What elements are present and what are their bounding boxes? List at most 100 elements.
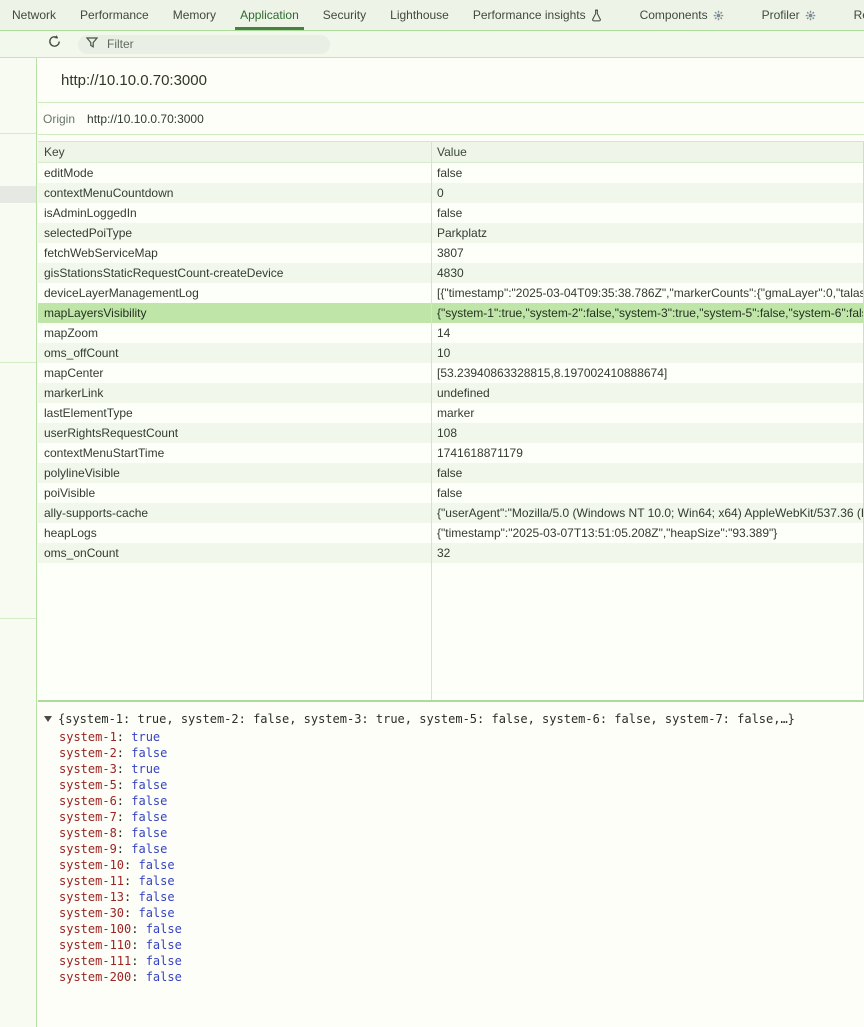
json-tree-entry[interactable]: system-13: false xyxy=(38,889,864,905)
refresh-icon xyxy=(47,34,62,54)
table-row[interactable]: deviceLayerManagementLog [{"timestamp":"… xyxy=(38,283,863,303)
table-row[interactable]: selectedPoiType Parkplatz xyxy=(38,223,863,243)
json-key: system-30 xyxy=(59,906,124,920)
cell-key: isAdminLoggedIn xyxy=(38,203,431,223)
table-row[interactable]: contextMenuStartTime 1741618871179 xyxy=(38,443,863,463)
table-row[interactable]: mapLayersVisibility {"system-1":true,"sy… xyxy=(38,303,863,323)
table-row[interactable]: isAdminLoggedIn false xyxy=(38,203,863,223)
table-row[interactable]: oms_offCount 10 xyxy=(38,343,863,363)
json-key: system-100 xyxy=(59,922,131,936)
table-row[interactable]: ally-supports-cache {"userAgent":"Mozill… xyxy=(38,503,863,523)
json-value: false xyxy=(131,778,167,792)
json-tree-entry[interactable]: system-2: false xyxy=(38,745,864,761)
json-tree-entry[interactable]: system-6: false xyxy=(38,793,864,809)
cell-key: gisStationsStaticRequestCount-createDevi… xyxy=(38,263,431,283)
tab-lighthouse[interactable]: Lighthouse xyxy=(378,0,461,30)
tab-network[interactable]: Network xyxy=(0,0,68,30)
table-row[interactable]: markerLink undefined xyxy=(38,383,863,403)
filter-box[interactable] xyxy=(78,35,330,54)
table-row[interactable]: contextMenuCountdown 0 xyxy=(38,183,863,203)
cell-key: mapCenter xyxy=(38,363,431,383)
tab-memory[interactable]: Memory xyxy=(161,0,228,30)
table-row[interactable]: editMode false xyxy=(38,163,863,183)
json-tree-entry[interactable]: system-110: false xyxy=(38,937,864,953)
json-key: system-200 xyxy=(59,970,131,984)
cell-key: oms_offCount xyxy=(38,343,431,363)
json-tree-entry[interactable]: system-5: false xyxy=(38,777,864,793)
cell-value: undefined xyxy=(431,383,863,403)
tab-redux[interactable]: Redux xyxy=(842,0,864,30)
table-row[interactable]: lastElementType marker xyxy=(38,403,863,423)
expand-arrow-icon[interactable] xyxy=(44,716,52,722)
json-key: system-6 xyxy=(59,794,117,808)
json-tree-entry[interactable]: system-3: true xyxy=(38,761,864,777)
cell-value: 10 xyxy=(431,343,863,363)
cell-key: contextMenuStartTime xyxy=(38,443,431,463)
json-tree-entry[interactable]: system-30: false xyxy=(38,905,864,921)
tab-label: Components xyxy=(640,8,708,22)
json-value: false xyxy=(146,938,182,952)
tab-components[interactable]: Components xyxy=(628,0,736,30)
cell-value: {"system-1":true,"system-2":false,"syste… xyxy=(431,303,863,323)
tab-security[interactable]: Security xyxy=(311,0,378,30)
cell-value: 1741618871179 xyxy=(431,443,863,463)
table-row[interactable]: mapCenter [53.23940863328815,8.197002410… xyxy=(38,363,863,383)
table-row[interactable]: userRightsRequestCount 108 xyxy=(38,423,863,443)
json-tree-entry[interactable]: system-11: false xyxy=(38,873,864,889)
table-row[interactable]: fetchWebServiceMap 3807 xyxy=(38,243,863,263)
cell-key: ally-supports-cache xyxy=(38,503,431,523)
json-key: system-110 xyxy=(59,938,131,952)
column-header-value[interactable]: Value xyxy=(431,142,863,162)
json-key: system-111 xyxy=(59,954,131,968)
origin-label: Origin xyxy=(43,112,75,126)
cell-key: deviceLayerManagementLog xyxy=(38,283,431,303)
table-row[interactable]: mapZoom 14 xyxy=(38,323,863,343)
table-row[interactable]: poiVisible false xyxy=(38,483,863,503)
cell-value: false xyxy=(431,203,863,223)
tab-profiler[interactable]: Profiler xyxy=(750,0,828,30)
tab-performance-insights[interactable]: Performance insights xyxy=(461,0,614,30)
json-value: false xyxy=(146,922,182,936)
origin-value: http://10.10.0.70:3000 xyxy=(87,112,204,126)
json-key: system-1 xyxy=(59,730,117,744)
sidebar-selected-item[interactable] xyxy=(0,186,36,203)
json-key: system-3 xyxy=(59,762,117,776)
tab-performance[interactable]: Performance xyxy=(68,0,161,30)
json-value: false xyxy=(131,826,167,840)
json-value: false xyxy=(138,890,174,904)
cell-value: false xyxy=(431,163,863,183)
json-tree-entry[interactable]: system-111: false xyxy=(38,953,864,969)
json-tree-entry[interactable]: system-7: false xyxy=(38,809,864,825)
json-root-summary: {system-1: true, system-2: false, system… xyxy=(58,711,795,727)
tab-application[interactable]: Application xyxy=(228,0,311,30)
table-header-row: Key Value xyxy=(38,142,863,163)
table-row[interactable]: gisStationsStaticRequestCount-createDevi… xyxy=(38,263,863,283)
cell-key: oms_onCount xyxy=(38,543,431,563)
json-tree-entry[interactable]: system-10: false xyxy=(38,857,864,873)
cell-key: fetchWebServiceMap xyxy=(38,243,431,263)
column-resize-handle[interactable] xyxy=(431,142,432,700)
json-tree-entry[interactable]: system-9: false xyxy=(38,841,864,857)
refresh-button[interactable] xyxy=(44,34,64,54)
table-row[interactable]: oms_onCount 32 xyxy=(38,543,863,563)
column-header-key[interactable]: Key xyxy=(38,142,431,162)
application-sidebar-sliver[interactable] xyxy=(0,58,37,1027)
tab-label: Network xyxy=(12,8,56,22)
table-row[interactable]: polylineVisible false xyxy=(38,463,863,483)
json-tree-entry[interactable]: system-1: true xyxy=(38,729,864,745)
cell-key: contextMenuCountdown xyxy=(38,183,431,203)
json-value: false xyxy=(131,794,167,808)
tab-label: Memory xyxy=(173,8,216,22)
cell-value: false xyxy=(431,463,863,483)
json-value: false xyxy=(131,746,167,760)
cell-value: {"userAgent":"Mozilla/5.0 (Windows NT 10… xyxy=(431,503,863,523)
filter-input[interactable] xyxy=(105,36,305,52)
json-tree-entry[interactable]: system-200: false xyxy=(38,969,864,985)
json-tree-entry[interactable]: system-100: false xyxy=(38,921,864,937)
json-tree-entry[interactable]: system-8: false xyxy=(38,825,864,841)
json-value: true xyxy=(131,762,160,776)
json-tree-root[interactable]: {system-1: true, system-2: false, system… xyxy=(38,711,864,727)
sidebar-divider xyxy=(0,133,36,134)
table-row[interactable]: heapLogs {"timestamp":"2025-03-07T13:51:… xyxy=(38,523,863,543)
tab-label: Application xyxy=(240,8,299,22)
